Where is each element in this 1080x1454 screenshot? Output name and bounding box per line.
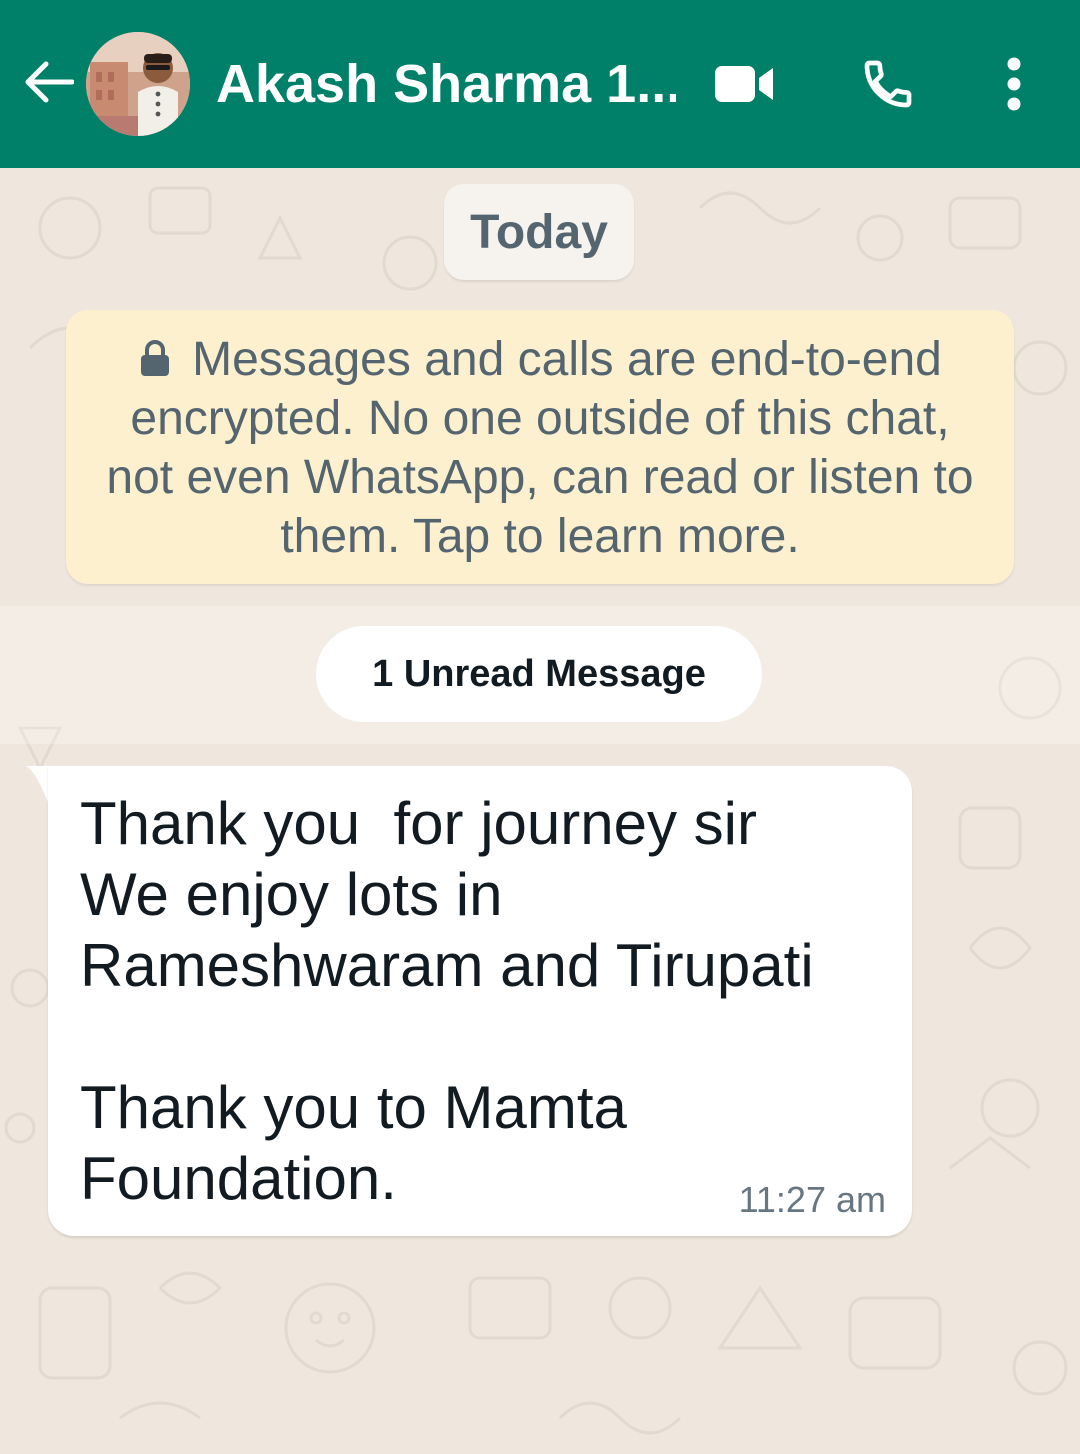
lock-icon — [141, 340, 170, 376]
chat-header: Akash Sharma 1... — [0, 0, 1080, 168]
back-button[interactable] — [18, 52, 78, 112]
avatar-photo — [86, 32, 190, 136]
encryption-notice-text: Messages and calls are end-to-end encryp… — [106, 333, 974, 563]
date-divider: Today — [444, 184, 634, 280]
unread-count-label: 1 Unread Message — [316, 626, 762, 722]
incoming-message-bubble[interactable]: Thank you for journey sir We enjoy lots … — [48, 766, 912, 1236]
more-options-button[interactable] — [982, 52, 1046, 116]
more-vertical-icon — [1007, 57, 1021, 111]
video-call-button[interactable] — [712, 52, 776, 116]
arrow-left-icon — [25, 61, 74, 103]
contact-avatar[interactable] — [86, 32, 190, 136]
message-text: Thank you for journey sir We enjoy lots … — [80, 790, 814, 1212]
encryption-notice[interactable]: Messages and calls are end-to-end encryp… — [66, 310, 1014, 584]
contact-name[interactable]: Akash Sharma 1... — [216, 52, 676, 116]
voice-call-button[interactable] — [856, 52, 920, 116]
message-timestamp: 11:27 am — [738, 1179, 886, 1220]
phone-icon — [864, 60, 912, 108]
video-camera-icon — [715, 66, 773, 102]
